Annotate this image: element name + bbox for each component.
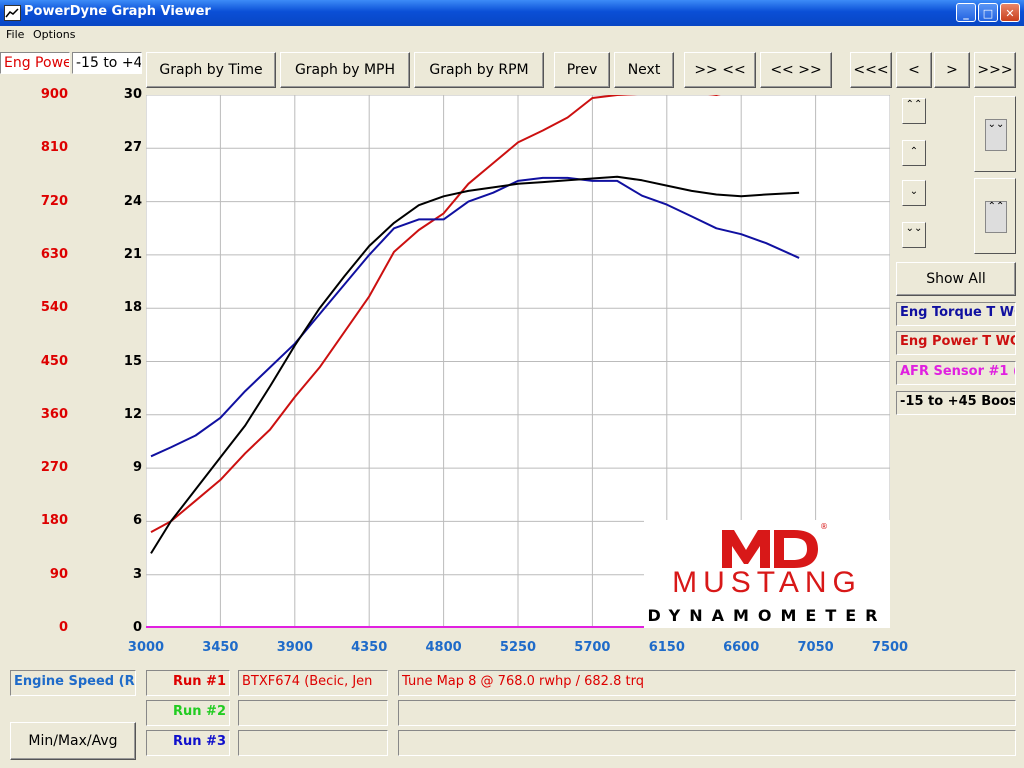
- x-tick-label: 5250: [499, 640, 537, 655]
- expand-top-glyph: ⌄⌄: [985, 119, 1007, 151]
- y-left-tick-label: 900: [40, 87, 68, 102]
- y-right-tick-label: 15: [123, 353, 142, 369]
- x-tick-label: 7050: [797, 640, 834, 655]
- x-tick-label: 6600: [723, 640, 760, 655]
- y-left-tick-label: 630: [40, 246, 68, 262]
- y-left-tick-label: 360: [40, 406, 68, 422]
- x-tick-label: 4800: [425, 640, 462, 655]
- prev-button[interactable]: Prev: [554, 52, 610, 88]
- y-right-tick-label: 21: [123, 246, 142, 262]
- legend-boost[interactable]: -15 to +45 Boost: [896, 391, 1016, 415]
- legend-afr-sensor[interactable]: AFR Sensor #1 (I: [896, 361, 1016, 385]
- min-max-avg-button[interactable]: Min/Max/Avg: [10, 722, 136, 760]
- y-left-tick-label: 720: [40, 193, 68, 209]
- x-axis-channel-field[interactable]: Engine Speed (RI: [10, 670, 136, 696]
- logo-dynamometer-text: DYNAMOMETER: [647, 606, 887, 625]
- title-bar[interactable]: PowerDyne Graph Viewer _ □ ✕: [0, 0, 1024, 26]
- logo-mustang-text: MUSTANG: [672, 566, 862, 599]
- x-tick-label: 4350: [351, 640, 388, 655]
- expand-top-button[interactable]: ⌄⌄: [974, 96, 1016, 172]
- scroll-down-button[interactable]: ⌄: [902, 180, 926, 206]
- y-left-tick-label: 450: [40, 353, 68, 369]
- y-right-tick-label: 27: [123, 140, 142, 156]
- y-left-tick-label: 540: [40, 300, 68, 316]
- x-tick-label: 3450: [202, 640, 239, 655]
- y-right-tick-label: 30: [123, 87, 142, 102]
- series-select-field[interactable]: Eng Powe: [0, 52, 70, 74]
- run-2-label: Run #2: [146, 700, 230, 726]
- run-3-vehicle[interactable]: [238, 730, 388, 756]
- x-tick-label: 3900: [276, 640, 313, 655]
- x-tick-label: 3000: [127, 640, 165, 655]
- close-button[interactable]: ✕: [1000, 3, 1020, 22]
- y-right-tick-label: 12: [123, 406, 142, 422]
- run-1-label: Run #1: [146, 670, 230, 696]
- legend-eng-power[interactable]: Eng Power T WC: [896, 331, 1016, 355]
- y-right-tick-label: 6: [132, 513, 142, 529]
- run-3-note[interactable]: [398, 730, 1016, 756]
- boost-range-field[interactable]: -15 to +45: [72, 52, 142, 74]
- app-icon: [4, 5, 21, 21]
- minimize-button[interactable]: _: [956, 3, 976, 22]
- y-right-tick-label: 0: [132, 620, 142, 635]
- y-right-tick-label: 24: [123, 193, 142, 209]
- y-left-tick-label: 810: [40, 140, 68, 156]
- scroll-left-button[interactable]: <: [896, 52, 932, 88]
- run-1-vehicle[interactable]: BTXF674 (Becic, Jen: [238, 670, 388, 696]
- zoom-top-up-button[interactable]: ⌃⌃: [902, 98, 926, 124]
- expand-bottom-glyph: ⌃⌃: [985, 201, 1007, 233]
- y-left-tick-label: 180: [40, 513, 68, 529]
- md-badge-logo: [722, 530, 818, 568]
- run-1-note[interactable]: Tune Map 8 @ 768.0 rwhp / 682.8 trq: [398, 670, 1016, 696]
- registered-mark: ®: [820, 522, 828, 531]
- graph-by-rpm-button[interactable]: Graph by RPM: [414, 52, 544, 88]
- window-title: PowerDyne Graph Viewer: [24, 4, 211, 19]
- run-2-note[interactable]: [398, 700, 1016, 726]
- y-right-tick-label: 18: [123, 300, 142, 316]
- zoom-out-button[interactable]: << >>: [760, 52, 832, 88]
- next-button[interactable]: Next: [614, 52, 674, 88]
- x-tick-label: 6150: [648, 640, 685, 655]
- run-2-vehicle[interactable]: [238, 700, 388, 726]
- zoom-bottom-down-button[interactable]: ⌄⌄: [902, 222, 926, 248]
- menu-file[interactable]: File: [6, 28, 24, 41]
- run-3-label: Run #3: [146, 730, 230, 756]
- y-left-tick-label: 90: [49, 566, 68, 582]
- show-all-button[interactable]: Show All: [896, 262, 1016, 296]
- y-left-tick-label: 270: [40, 460, 68, 476]
- graph-by-time-button[interactable]: Graph by Time: [146, 52, 276, 88]
- x-tick-label: 5700: [574, 640, 611, 655]
- menu-options[interactable]: Options: [33, 28, 75, 41]
- maximize-button[interactable]: □: [978, 3, 998, 22]
- scroll-up-button[interactable]: ⌃: [902, 140, 926, 166]
- y-right-tick-label: 9: [132, 460, 142, 476]
- zoom-in-button[interactable]: >> <<: [684, 52, 756, 88]
- y-right-tick-label: 3: [132, 566, 142, 582]
- scroll-right-button[interactable]: >: [934, 52, 970, 88]
- mustang-dyno-logo: ® MUSTANG DYNAMOMETER: [644, 520, 890, 628]
- legend-eng-torque[interactable]: Eng Torque T WC: [896, 302, 1016, 326]
- graph-by-mph-button[interactable]: Graph by MPH: [280, 52, 410, 88]
- scroll-far-left-button[interactable]: <<<: [850, 52, 892, 88]
- scroll-far-right-button[interactable]: >>>: [974, 52, 1016, 88]
- expand-bottom-button[interactable]: ⌃⌃: [974, 178, 1016, 254]
- x-tick-label: 7500: [871, 640, 909, 655]
- menu-bar: File Options: [0, 26, 1024, 44]
- y-left-tick-label: 0: [58, 620, 68, 635]
